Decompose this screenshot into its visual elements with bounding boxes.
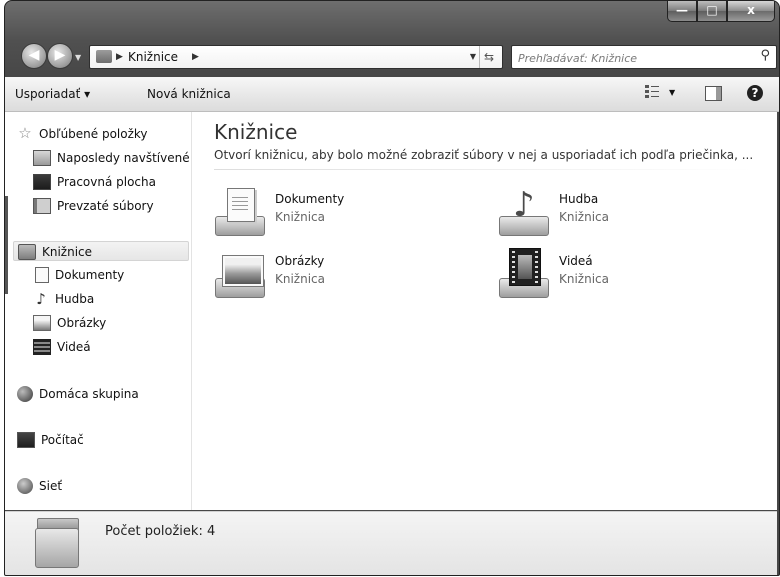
- navigation-bar: ◀ ▶ ▼ ▶ Knižnice ▶ ▼ ⇆ ⚲: [5, 37, 779, 73]
- forward-button[interactable]: ▶: [47, 43, 73, 69]
- back-button[interactable]: ◀: [21, 43, 47, 69]
- sidebar-item-favorites[interactable]: ☆ Obľúbené položky: [17, 123, 148, 144]
- minimize-button[interactable]: —: [667, 1, 697, 22]
- sidebar-item-pictures[interactable]: Obrázky: [33, 313, 106, 333]
- sidebar-item-label: Naposledy navštívené: [57, 151, 190, 165]
- sidebar-item-label: Obrázky: [57, 316, 107, 330]
- navigation-pane[interactable]: ☆ Obľúbené položky Naposledy navštívené P…: [5, 112, 192, 510]
- sidebar-item-label: Počítač: [41, 433, 84, 447]
- header-divider: [214, 169, 754, 170]
- page-description: Otvorí knižnicu, aby bolo možné zobraziť…: [214, 148, 754, 162]
- library-name: Hudba: [559, 192, 599, 206]
- help-icon[interactable]: ?: [747, 85, 763, 101]
- close-button[interactable]: x: [727, 1, 775, 22]
- details-pane: Počet položiek: 4: [5, 511, 777, 575]
- organize-button[interactable]: Usporiadať ▾: [15, 87, 90, 101]
- sidebar-item-music[interactable]: ♪ Hudba: [33, 289, 94, 309]
- command-bar: Usporiadať ▾ Nová knižnica ▼ ?: [5, 77, 779, 112]
- sidebar-item-homegroup[interactable]: Domáca skupina: [17, 384, 139, 404]
- content-area: ☆ Obľúbené položky Naposledy navštívené P…: [5, 112, 777, 510]
- sidebar-item-label: Prevzaté súbory: [57, 199, 154, 213]
- library-type: Knižnica: [275, 272, 325, 286]
- downloads-icon: [33, 197, 51, 214]
- libraries-view: Knižnice Otvorí knižnicu, aby bolo možné…: [205, 112, 777, 510]
- sidebar-item-recent-places[interactable]: Naposledy navštívené: [33, 148, 190, 168]
- star-icon: ☆: [18, 123, 32, 142]
- title-bar: — □ x: [5, 1, 779, 35]
- library-type: Knižnica: [275, 210, 325, 224]
- music-library-icon: ♪: [499, 186, 551, 236]
- sidebar-item-desktop[interactable]: Pracovná plocha: [33, 172, 156, 192]
- desktop-icon: [33, 173, 51, 190]
- sidebar-item-label: Dokumenty: [55, 268, 125, 282]
- document-icon: [35, 266, 49, 283]
- preview-pane-icon[interactable]: [705, 86, 722, 101]
- change-view-icon[interactable]: [645, 85, 659, 99]
- sidebar-item-label: Knižnice: [42, 245, 93, 259]
- sidebar-item-label: Sieť: [39, 479, 63, 493]
- window-controls: — □ x: [667, 1, 775, 23]
- navigation-pane-scrollbar[interactable]: [5, 196, 8, 294]
- item-count: Počet položiek: 4: [105, 524, 216, 539]
- search-input[interactable]: [516, 48, 746, 68]
- new-library-button[interactable]: Nová knižnica: [147, 87, 231, 101]
- maximize-button[interactable]: □: [697, 1, 727, 22]
- view-options-dropdown-icon[interactable]: ▼: [669, 88, 675, 97]
- refresh-icon[interactable]: ⇆: [479, 46, 498, 68]
- sidebar-item-label: Obľúbené položky: [39, 127, 148, 141]
- library-type: Knižnica: [559, 210, 609, 224]
- recent-places-icon: [33, 149, 51, 166]
- search-icon[interactable]: ⚲: [760, 48, 770, 63]
- sidebar-item-label: Hudba: [55, 292, 95, 306]
- sidebar-item-label: Domáca skupina: [39, 387, 139, 401]
- library-item-pictures[interactable]: Obrázky Knižnica: [215, 248, 455, 304]
- explorer-window: — □ x ◀ ▶ ▼ ▶ Knižnice ▶ ▼ ⇆ ⚲ Usporiada…: [4, 0, 780, 576]
- address-dropdown-icon[interactable]: ▼: [470, 46, 476, 68]
- computer-icon: [17, 431, 35, 448]
- library-name: Dokumenty: [275, 192, 345, 206]
- library-name: Videá: [559, 254, 593, 268]
- documents-library-icon: [215, 186, 267, 236]
- recent-pages-dropdown[interactable]: ▼: [75, 53, 81, 62]
- search-box[interactable]: ⚲: [511, 45, 777, 69]
- sidebar-item-computer[interactable]: Počítač: [17, 430, 84, 450]
- libraries-folder-icon: [35, 518, 79, 570]
- sidebar-item-downloads[interactable]: Prevzaté súbory: [33, 196, 154, 216]
- libraries-icon: [96, 50, 112, 63]
- film-strip-icon: [33, 338, 51, 355]
- music-note-icon: ♪: [36, 289, 46, 308]
- sidebar-item-libraries[interactable]: Knižnice: [13, 241, 189, 261]
- address-bar[interactable]: ▶ Knižnice ▶ ▼ ⇆: [89, 45, 503, 69]
- sidebar-item-documents[interactable]: Dokumenty: [33, 265, 124, 285]
- homegroup-icon: [17, 385, 33, 402]
- library-item-documents[interactable]: Dokumenty Knižnica: [215, 186, 455, 242]
- videos-library-icon: [499, 248, 551, 298]
- page-title: Knižnice: [214, 120, 298, 144]
- breadcrumb-separator-icon[interactable]: ▶: [116, 46, 123, 68]
- libraries-icon: [18, 243, 36, 260]
- sidebar-item-label: Pracovná plocha: [57, 175, 156, 189]
- network-icon: [17, 477, 33, 494]
- sidebar-item-label: Videá: [57, 340, 91, 354]
- library-item-music[interactable]: ♪ Hudba Knižnica: [499, 186, 739, 242]
- sidebar-item-videos[interactable]: Videá: [33, 337, 91, 357]
- breadcrumb-chevron-icon[interactable]: ▶: [192, 46, 199, 68]
- breadcrumb-libraries[interactable]: Knižnice: [128, 46, 178, 68]
- sidebar-item-network[interactable]: Sieť: [17, 476, 62, 496]
- library-item-videos[interactable]: Videá Knižnica: [499, 248, 739, 304]
- library-type: Knižnica: [559, 272, 609, 286]
- picture-icon: [33, 314, 51, 331]
- library-name: Obrázky: [275, 254, 325, 268]
- pictures-library-icon: [215, 248, 267, 298]
